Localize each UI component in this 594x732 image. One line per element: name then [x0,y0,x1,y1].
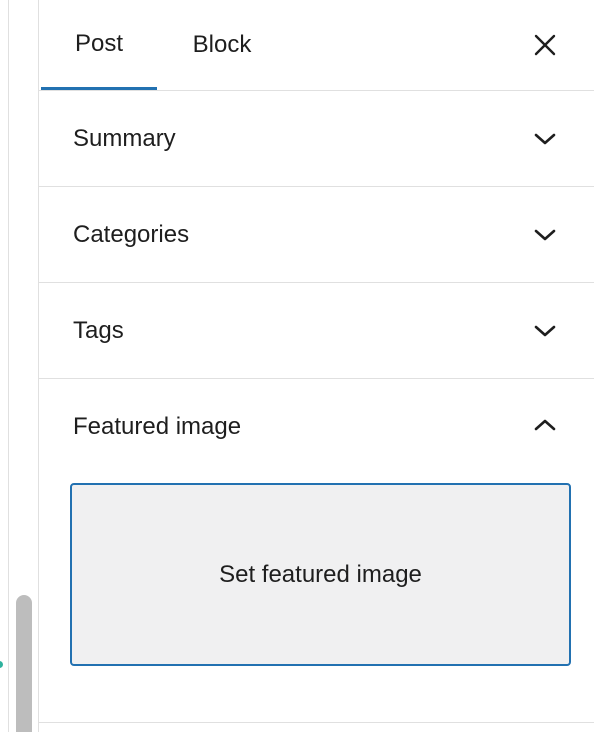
canvas-divider [8,0,9,732]
tab-block[interactable]: Block [157,0,287,90]
editor-window: Post Block Summary Categories Tags Featu… [0,0,594,732]
panel-featured-image-title: Featured image [73,413,242,440]
tab-block-label: Block [192,31,252,58]
panel-categories[interactable]: Categories [39,187,594,283]
chevron-down-icon [529,223,561,247]
tab-post[interactable]: Post [41,0,157,90]
canvas-scrollbar[interactable] [16,595,32,732]
panel-featured-image-toggle[interactable]: Featured image [39,379,594,475]
status-indicator [0,661,3,668]
panel-categories-title: Categories [73,221,190,248]
panel-tags[interactable]: Tags [39,283,594,379]
close-icon [534,34,556,56]
panel-summary[interactable]: Summary [39,91,594,187]
chevron-up-icon [529,413,561,437]
settings-sidebar: Post Block Summary Categories Tags Featu… [38,0,594,732]
editor-canvas-edge [0,0,38,732]
panel-featured-image: Featured image Set featured image [39,379,594,723]
sidebar-tabs: Post Block [39,0,594,91]
panel-summary-title: Summary [73,125,176,152]
chevron-down-icon [529,319,561,343]
chevron-down-icon [529,127,561,151]
set-featured-image-label: Set featured image [219,560,422,588]
set-featured-image-button[interactable]: Set featured image [70,483,571,666]
panel-tags-title: Tags [73,317,124,344]
close-sidebar-button[interactable] [527,25,563,65]
tab-post-label: Post [74,29,124,57]
